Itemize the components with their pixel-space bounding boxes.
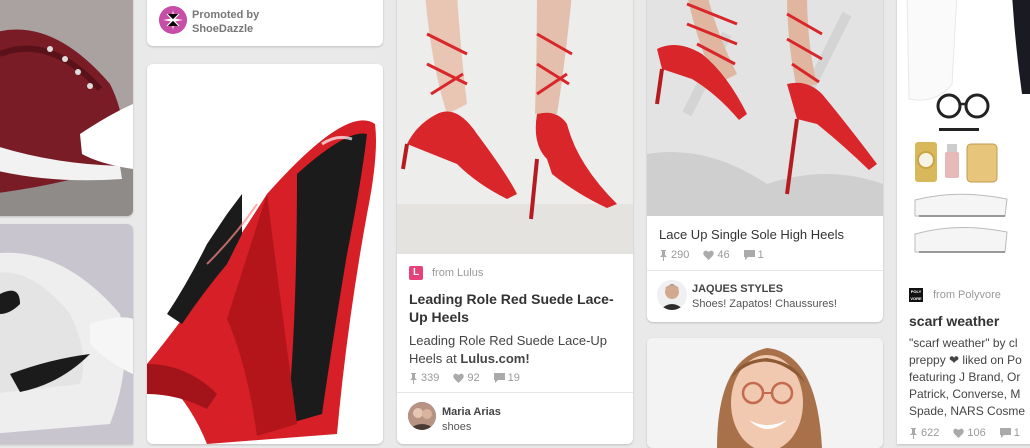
comment-stat: 19 <box>493 372 520 384</box>
red-strappy-heels-image[interactable] <box>647 0 883 216</box>
like-stat: 92 <box>453 372 480 384</box>
pinner-name[interactable]: Maria Arias <box>442 406 501 418</box>
jaques-pin-card[interactable]: Lace Up Single Sole High Heels 290 46 1 … <box>647 0 883 322</box>
pin-icon <box>410 372 417 384</box>
comment-stat: 1 <box>999 427 1020 439</box>
red-patent-pump-image[interactable] <box>147 64 383 444</box>
pin-divider <box>647 270 883 271</box>
like-count: 92 <box>467 372 480 384</box>
pinner-name[interactable]: JAQUES STYLES <box>692 283 783 295</box>
maroon-sneaker-image[interactable] <box>0 0 133 216</box>
like-count: 106 <box>967 427 986 439</box>
pin-description-line: "scarf weather" by cl <box>909 336 1018 350</box>
polyvore-outfit-image[interactable] <box>897 0 1030 276</box>
pin-title[interactable]: scarf weather <box>909 312 999 330</box>
promoted-by-text: Promoted by <box>192 9 260 21</box>
lulus-pin-card[interactable]: L from Lulus Leading Role Red Suede Lace… <box>397 0 633 444</box>
shoedazzle-avatar[interactable] <box>159 6 187 34</box>
repin-stat: 290 <box>659 249 689 261</box>
smiling-woman-glasses-image[interactable] <box>647 338 883 448</box>
promoted-pin-footer[interactable]: Promoted by ShoeDazzle <box>147 0 383 46</box>
sneaker-pin-card-1[interactable] <box>0 0 133 216</box>
heart-icon <box>703 250 715 260</box>
pin-description-line: Patrick, Converse, M <box>909 387 1021 401</box>
polyvore-logo[interactable]: POLY VORE <box>909 288 923 302</box>
sneaker-pin-card-2[interactable] <box>0 224 133 444</box>
lulus-logo[interactable]: L <box>409 266 423 280</box>
repin-stat: 339 <box>409 372 439 384</box>
pin-description: "scarf weather" by cl preppy ❤ liked on … <box>909 335 1025 420</box>
repin-stat: 622 <box>909 427 939 439</box>
pin-description-link[interactable]: Lulus.com! <box>460 351 529 366</box>
pinner-photo <box>408 402 436 430</box>
comment-icon <box>743 250 755 260</box>
polyvore-logo-text: POLY VORE <box>910 289 922 301</box>
pin-title[interactable]: Lace Up Single Sole High Heels <box>659 227 844 242</box>
heart-icon <box>453 373 465 383</box>
white-sneaker-image[interactable] <box>0 224 133 444</box>
promoter-name[interactable]: ShoeDazzle <box>192 22 259 36</box>
board-name[interactable]: shoes <box>442 421 471 433</box>
pin-description-line: Spade, NARS Cosme <box>909 404 1026 418</box>
comment-count: 1 <box>757 249 764 261</box>
pin-source[interactable]: from Lulus <box>432 267 483 279</box>
pin-description: Leading Role Red Suede Lace-Up Heels at … <box>409 332 621 368</box>
comment-count: 19 <box>507 372 520 384</box>
comment-icon <box>493 373 505 383</box>
board-name[interactable]: Shoes! Zapatos! Chaussures! <box>692 298 837 310</box>
like-stat: 46 <box>703 249 730 261</box>
repin-count: 290 <box>671 249 690 261</box>
pinner-photo <box>657 280 687 310</box>
pin-stats: 290 46 1 <box>659 249 764 261</box>
promoted-label: Promoted by ShoeDazzle <box>192 8 259 36</box>
like-stat: 106 <box>953 427 986 439</box>
pin-divider <box>397 392 633 393</box>
pin-stats: 339 92 19 <box>409 372 520 384</box>
pin-description-line: featuring J Brand, Or <box>909 370 1021 384</box>
smiling-woman-pin-card[interactable] <box>647 338 883 448</box>
red-pump-pin-card[interactable] <box>147 64 383 444</box>
pin-stats: 622 106 1 <box>909 427 1020 439</box>
red-lace-up-heels-image[interactable] <box>397 0 633 254</box>
pinner-avatar[interactable] <box>408 402 436 430</box>
repin-count: 339 <box>421 372 440 384</box>
pin-description-line: preppy ❤ liked on Po <box>909 353 1022 367</box>
comment-stat: 1 <box>743 249 764 261</box>
comment-count: 1 <box>1013 427 1020 439</box>
like-count: 46 <box>717 249 730 261</box>
pinner-avatar[interactable] <box>657 280 687 310</box>
repin-count: 622 <box>921 427 940 439</box>
pin-title[interactable]: Leading Role Red Suede Lace-Up Heels <box>409 290 621 326</box>
polyvore-pin-card[interactable]: POLY VORE from Polyvore scarf weather "s… <box>897 0 1030 444</box>
pin-source[interactable]: from Polyvore <box>933 289 1001 301</box>
pin-icon <box>660 249 667 261</box>
sparkle-icon <box>159 6 187 34</box>
